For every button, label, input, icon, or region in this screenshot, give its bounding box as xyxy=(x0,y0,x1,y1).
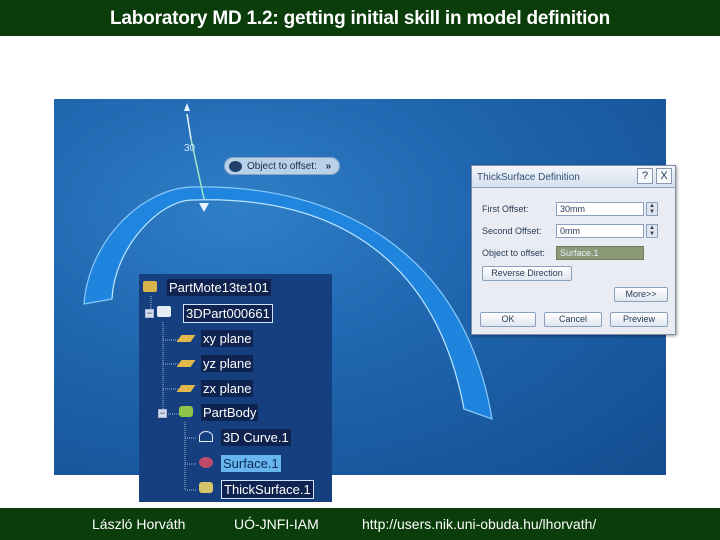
preview-button[interactable]: Preview xyxy=(610,312,668,327)
tree-label-thick-surface: ThickSurface.1 xyxy=(221,480,314,499)
first-offset-field[interactable]: 30mm xyxy=(556,202,644,216)
tree-label-yz-plane: yz plane xyxy=(201,355,254,372)
dialog-title: ThickSurface Definition xyxy=(477,172,580,183)
thick-surface-icon xyxy=(199,482,213,493)
second-offset-spinner[interactable]: ▲ ▼ xyxy=(646,224,658,238)
tree-label-surface: Surface.1 xyxy=(221,455,281,472)
product-icon xyxy=(143,281,157,292)
footer-url[interactable]: http://users.nik.uni-obuda.hu/lhorvath/ xyxy=(362,516,596,532)
thick-surface-dialog: ThickSurface Definition ? X First Offset… xyxy=(471,165,676,335)
chevron-right-icon[interactable]: » xyxy=(326,161,332,172)
tree-label-curve: 3D Curve.1 xyxy=(221,429,291,446)
more-button[interactable]: More>> xyxy=(614,287,668,302)
cancel-button[interactable]: Cancel xyxy=(544,312,602,327)
second-offset-label: Second Offset: xyxy=(482,226,542,236)
specification-tree: PartMote13te101 − 3DPart000661 xy plane … xyxy=(139,274,332,502)
object-to-offset-field[interactable]: Surface.1 xyxy=(556,246,644,260)
tree-label-xy-plane: xy plane xyxy=(201,330,254,347)
offset-object-callout[interactable]: Object to offset: » xyxy=(224,157,341,175)
tree-label-root: PartMote13te101 xyxy=(167,279,271,296)
footer-author: László Horváth xyxy=(92,516,186,532)
close-button[interactable]: X xyxy=(656,168,672,184)
tree-label-part: 3DPart000661 xyxy=(183,304,273,323)
second-offset-field[interactable]: 0mm xyxy=(556,224,644,238)
part-icon xyxy=(157,306,171,317)
reverse-direction-button[interactable]: Reverse Direction xyxy=(482,266,572,281)
slide-title: Laboratory MD 1.2: getting initial skill… xyxy=(0,0,720,36)
help-button[interactable]: ? xyxy=(637,168,653,184)
first-offset-label: First Offset: xyxy=(482,204,529,214)
body-icon xyxy=(179,406,193,417)
surface-icon xyxy=(199,457,213,468)
object-to-offset-label: Object to offset: xyxy=(482,248,545,258)
first-offset-spinner[interactable]: ▲ ▼ xyxy=(646,202,658,216)
curve-icon xyxy=(199,431,213,442)
surface-icon xyxy=(229,161,242,172)
tree-label-body: PartBody xyxy=(201,404,259,421)
dialog-title-bar[interactable]: ThickSurface Definition ? X xyxy=(472,166,675,188)
slide-footer: László Horváth UÓ-JNFI-IAM http://users.… xyxy=(0,508,720,540)
collapse-toggle[interactable]: − xyxy=(145,309,154,318)
collapse-toggle[interactable]: − xyxy=(158,409,167,418)
footer-org: UÓ-JNFI-IAM xyxy=(234,516,319,532)
tree-label-zx-plane: zx plane xyxy=(201,380,254,397)
callout-label: Object to offset: xyxy=(247,161,317,172)
dimension-label: 30 xyxy=(184,143,196,154)
ok-button[interactable]: OK xyxy=(480,312,536,327)
